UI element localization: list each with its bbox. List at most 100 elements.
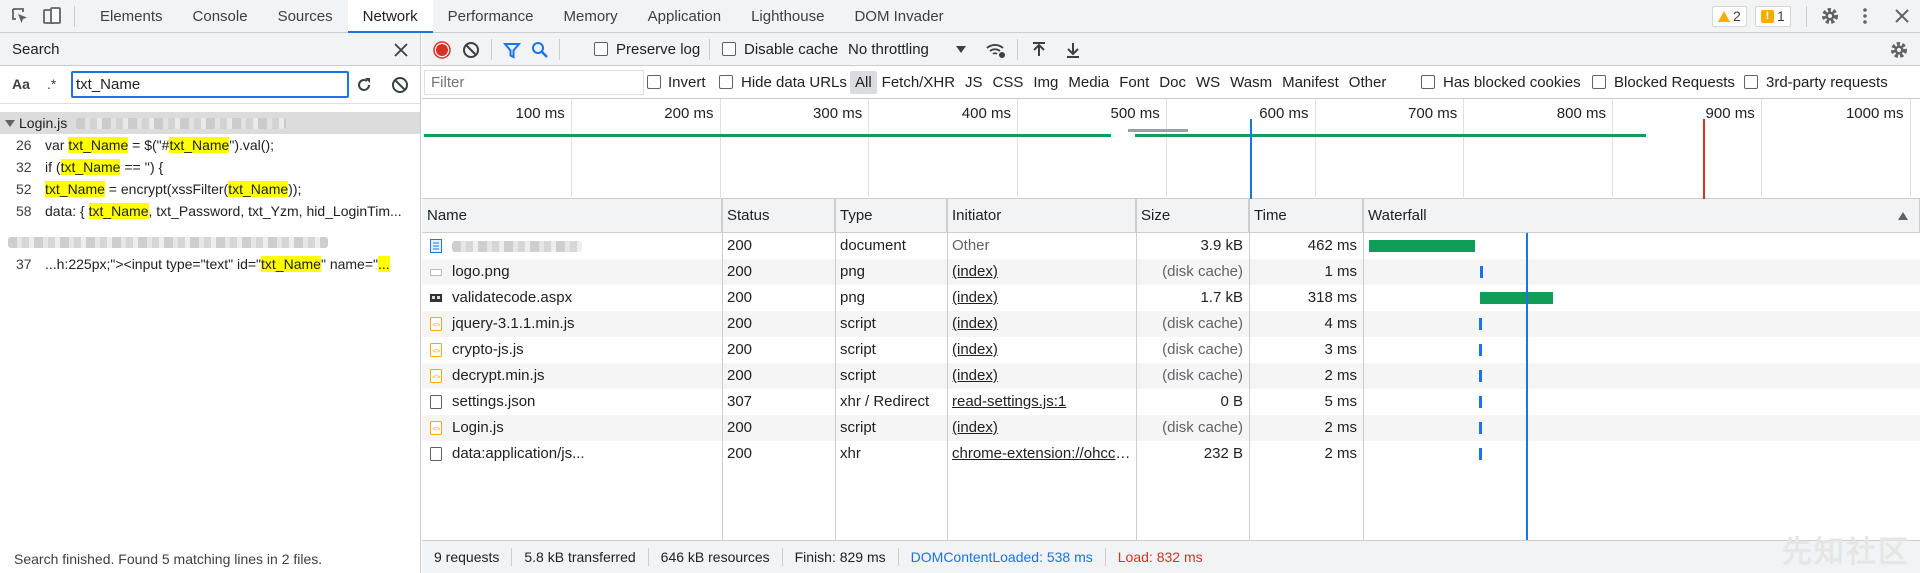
close-icon[interactable] <box>1892 6 1912 26</box>
warnings-badge[interactable]: 2 <box>1712 6 1747 27</box>
search-match-row[interactable]: 58 data: { txt_Name, txt_Password, txt_Yz… <box>0 200 420 222</box>
clear-icon[interactable] <box>391 76 409 94</box>
request-initiator[interactable]: read-settings.js:1 <box>952 393 1066 410</box>
request-row[interactable]: settings.json 307 xhr / Redirect read-setti… <box>422 389 1920 415</box>
blocked-cookies-checkbox[interactable] <box>1421 75 1435 89</box>
request-initiator[interactable]: (index) <box>952 419 998 436</box>
issues-badge[interactable]: ! 1 <box>1755 6 1791 27</box>
request-name-cell[interactable] <box>422 233 722 259</box>
request-row[interactable]: <> jquery-3.1.1.min.js 200 script (index) (di… <box>422 311 1920 337</box>
gear-icon[interactable] <box>1820 6 1840 26</box>
request-initiator[interactable]: (index) <box>952 289 998 306</box>
column-header-status[interactable]: Status <box>722 199 835 233</box>
column-header-type[interactable]: Type <box>835 199 947 233</box>
column-divider[interactable] <box>835 199 836 540</box>
filter-type-wasm[interactable]: Wasm <box>1225 71 1277 94</box>
request-name-cell[interactable]: settings.json <box>422 389 722 415</box>
column-header-time[interactable]: Time <box>1249 199 1363 233</box>
request-row[interactable]: data:application/js... 200 xhr chrome-exten… <box>422 441 1920 467</box>
filter-type-img[interactable]: Img <box>1028 71 1063 94</box>
request-initiator[interactable]: (index) <box>952 341 998 358</box>
hide-data-urls-checkbox[interactable] <box>719 75 733 89</box>
tab-sources[interactable]: Sources <box>263 0 348 33</box>
tab-performance[interactable]: Performance <box>433 0 549 33</box>
filter-type-fetch-xhr[interactable]: Fetch/XHR <box>877 71 960 94</box>
network-settings-icon[interactable] <box>1889 40 1909 60</box>
request-initiator[interactable]: (index) <box>952 315 998 332</box>
request-row[interactable]: logo.png 200 png (index) (disk cache) 1 ms <box>422 259 1920 285</box>
request-row[interactable]: validatecode.aspx 200 png (index) 1.7 kB 318 … <box>422 285 1920 311</box>
filter-input[interactable] <box>424 70 644 95</box>
request-name-cell[interactable]: <> Login.js <box>422 415 722 441</box>
sort-ascending-icon[interactable] <box>1898 212 1908 220</box>
request-row[interactable]: <> Login.js 200 script (index) (disk cache) 2 … <box>422 415 1920 441</box>
filter-type-css[interactable]: CSS <box>988 71 1029 94</box>
tab-lighthouse[interactable]: Lighthouse <box>736 0 839 33</box>
column-divider[interactable] <box>722 199 723 540</box>
request-row[interactable]: <> crypto-js.js 200 script (index) (disk cach… <box>422 337 1920 363</box>
request-name-cell[interactable]: <> decrypt.min.js <box>422 363 722 389</box>
tab-elements[interactable]: Elements <box>85 0 178 33</box>
export-har-icon[interactable] <box>1065 41 1081 59</box>
request-name-cell[interactable]: data:application/js... <box>422 441 722 467</box>
throttling-select[interactable]: No throttling <box>848 41 929 58</box>
device-toolbar-icon[interactable] <box>42 6 62 26</box>
column-divider[interactable] <box>1363 199 1364 540</box>
clear-log-icon[interactable] <box>462 41 480 59</box>
request-initiator[interactable]: (index) <box>952 367 998 384</box>
filter-icon[interactable] <box>503 41 521 59</box>
request-name-cell[interactable]: validatecode.aspx <box>422 285 722 311</box>
column-header-initiator[interactable]: Initiator <box>947 199 1136 233</box>
filter-type-media[interactable]: Media <box>1063 71 1114 94</box>
filter-type-js[interactable]: JS <box>960 71 988 94</box>
network-overview-timeline[interactable]: 100 ms 200 ms 300 ms 400 ms 500 ms 600 ms 700 … <box>422 99 1920 199</box>
blocked-requests-checkbox[interactable] <box>1592 75 1606 89</box>
column-header-size[interactable]: Size <box>1136 199 1249 233</box>
record-icon[interactable] <box>432 40 452 60</box>
column-divider[interactable] <box>1136 199 1137 540</box>
request-initiator[interactable]: (index) <box>952 263 998 280</box>
dropdown-arrow-icon[interactable] <box>956 46 966 53</box>
refresh-icon[interactable] <box>355 76 373 94</box>
request-name-cell[interactable]: logo.png <box>422 259 722 285</box>
request-initiator[interactable]: chrome-extension://ohccdlocfl... <box>952 445 1136 462</box>
search-icon[interactable] <box>531 41 549 59</box>
request-name-cell[interactable]: <> crypto-js.js <box>422 337 722 363</box>
search-match-row[interactable]: 37 ...h:225px;"><input type="text" id="tx… <box>0 253 420 275</box>
result-file-row[interactable] <box>0 231 420 253</box>
request-row[interactable]: <> decrypt.min.js 200 script (index) (disk ca… <box>422 363 1920 389</box>
match-case-toggle[interactable]: Aa <box>12 76 30 92</box>
inspect-element-icon[interactable] <box>10 6 30 26</box>
filter-type-all[interactable]: All <box>850 71 877 94</box>
import-har-icon[interactable] <box>1031 41 1047 59</box>
filter-type-font[interactable]: Font <box>1114 71 1154 94</box>
more-vert-icon[interactable] <box>1855 6 1875 26</box>
invert-checkbox[interactable] <box>647 75 661 89</box>
third-party-checkbox[interactable] <box>1744 75 1758 89</box>
search-match-row[interactable]: 52 txt_Name = encrypt(xssFilter(txt_Name)… <box>0 178 420 200</box>
tab-memory[interactable]: Memory <box>549 0 633 33</box>
regex-toggle[interactable]: .* <box>47 76 56 92</box>
filter-type-doc[interactable]: Doc <box>1154 71 1191 94</box>
column-header-waterfall[interactable]: Waterfall <box>1363 199 1920 233</box>
filter-type-manifest[interactable]: Manifest <box>1277 71 1344 94</box>
search-input[interactable] <box>71 71 349 98</box>
column-header-name[interactable]: Name <box>422 199 722 233</box>
tab-network[interactable]: Network <box>347 0 433 33</box>
search-match-row[interactable]: 32 if (txt_Name == '') { <box>0 156 420 178</box>
tab-console[interactable]: Console <box>178 0 263 33</box>
column-divider[interactable] <box>947 199 948 540</box>
request-name-cell[interactable]: <> jquery-3.1.1.min.js <box>422 311 722 337</box>
close-search-icon[interactable] <box>393 42 409 58</box>
tab-dom-invader[interactable]: DOM Invader <box>839 0 958 33</box>
request-row[interactable]: 200 document Other 3.9 kB 462 ms <box>422 233 1920 259</box>
filter-type-other[interactable]: Other <box>1344 71 1392 94</box>
search-match-row[interactable]: 26 var txt_Name = $("#txt_Name").val(); <box>0 134 420 156</box>
tab-application[interactable]: Application <box>633 0 736 33</box>
result-file-row[interactable]: Login.js <box>0 112 420 134</box>
column-divider[interactable] <box>1249 199 1250 540</box>
network-conditions-icon[interactable] <box>985 40 1007 60</box>
preserve-log-checkbox[interactable] <box>594 42 608 56</box>
disable-cache-checkbox[interactable] <box>722 42 736 56</box>
filter-type-ws[interactable]: WS <box>1191 71 1225 94</box>
